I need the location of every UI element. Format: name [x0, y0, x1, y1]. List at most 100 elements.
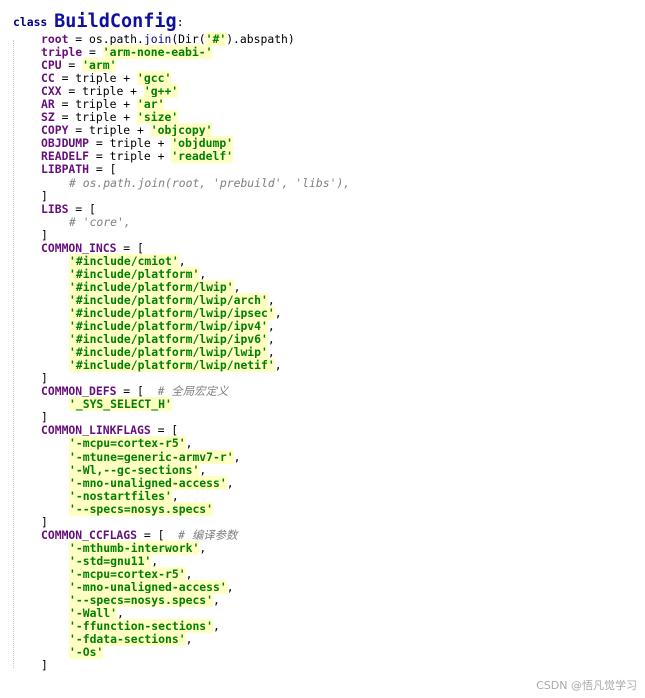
code-text: = os.path.: [68, 32, 144, 46]
string-literal: '#include/platform/lwip/ipv4': [69, 319, 268, 334]
code-text: ,: [117, 606, 124, 621]
string-literal: 'readelf': [171, 149, 234, 164]
string-literal: '_SYS_SELECT_H': [69, 397, 172, 412]
identifier: COPY: [41, 123, 69, 138]
class-keyword: class: [13, 15, 48, 29]
code-text: =: [61, 58, 83, 73]
identifier: root: [41, 32, 69, 46]
string-literal: 'size': [137, 110, 179, 125]
string-literal: '--specs=nosys.specs': [69, 501, 214, 516]
code-text: ]: [41, 227, 48, 242]
string-literal: '-fdata-sections': [69, 632, 186, 647]
code-line: ]: [13, 188, 645, 203]
code-line: # 'core',: [13, 215, 645, 229]
code-line: '-mtune=generic-armv7-r',: [13, 449, 645, 464]
code-text: ,: [185, 436, 193, 451]
code-text: ]: [41, 371, 48, 386]
identifier: COMMON_INCS: [41, 240, 117, 255]
string-literal: '#': [205, 32, 227, 46]
string-literal: '-mthumb-interwork': [69, 540, 200, 555]
identifier: OBJDUMP: [41, 136, 90, 151]
code-line: ]: [13, 659, 645, 672]
identifier: COMMON_DEFS: [41, 384, 117, 399]
code-text: ,: [185, 632, 193, 647]
code-text: ,: [226, 579, 234, 594]
class-colon: :: [176, 15, 184, 29]
code-line: '-nostartfiles',: [13, 488, 645, 503]
code-text: ).abspath): [226, 32, 295, 46]
string-literal: '#include/platform/lwip/arch': [69, 292, 268, 307]
code-text: ,: [267, 332, 275, 347]
code-text: ,: [267, 319, 275, 334]
code-line: '-Wl,--gc-sections',: [13, 462, 645, 477]
string-literal: '--specs=nosys.specs': [69, 593, 214, 608]
code-line: '#include/platform/lwip/netif',: [13, 358, 645, 373]
code-text: ,: [213, 619, 220, 634]
code-text: = triple +: [89, 136, 172, 151]
code-line: # os.path.join(root, 'prebuild', 'libs')…: [13, 175, 645, 190]
identifier: COMMON_CCFLAGS: [41, 527, 138, 542]
string-literal: 'gcc': [137, 71, 172, 86]
code-text: = triple +: [68, 123, 151, 138]
code-text: ,: [199, 540, 207, 555]
code-text: = triple +: [54, 71, 138, 86]
code-line: '-mno-unaligned-access',: [13, 475, 645, 490]
code-text: =: [82, 45, 103, 60]
identifier: LIBPATH: [41, 162, 90, 177]
identifier: SZ: [41, 110, 55, 125]
comment: # os.path.join(root, 'prebuild', 'libs')…: [69, 175, 351, 190]
code-text: ,: [233, 279, 241, 294]
string-literal: '-nostartfiles': [69, 488, 172, 503]
code-text: = triple +: [54, 110, 138, 125]
code-text: ]: [41, 188, 48, 203]
identifier: LIBS: [41, 201, 69, 216]
code-line: '-mcpu=cortex-r5',: [13, 436, 645, 451]
string-literal: '-Os': [69, 645, 104, 660]
code-text: ,: [213, 593, 220, 608]
string-literal: '#include/platform': [69, 266, 200, 281]
code-editor[interactable]: class BuildConfig: root = os.path.join(D…: [13, 11, 645, 672]
code-line: '-std=gnu11',: [13, 553, 645, 568]
code-text: ,: [233, 449, 241, 464]
identifier: CXX: [41, 84, 62, 99]
string-literal: '-mcpu=cortex-r5': [69, 566, 186, 581]
code-text: = [: [116, 384, 158, 399]
code-text: ,: [274, 358, 282, 373]
string-literal: 'objcopy': [150, 123, 213, 138]
code-text: = triple +: [54, 97, 138, 112]
code-text: ,: [185, 566, 193, 581]
code-line: '#include/platform/lwip',: [13, 279, 645, 294]
string-literal: '#include/platform/lwip/lwip': [69, 345, 268, 360]
code-line: '#include/cmiot',: [13, 253, 645, 268]
string-literal: '#include/platform/lwip/ipv6': [69, 332, 268, 347]
identifier: AR: [41, 97, 55, 112]
code-text: = triple +: [89, 149, 172, 164]
string-literal: 'objdump': [171, 136, 234, 151]
code-text: ,: [151, 553, 159, 568]
string-literal: '-Wl,--gc-sections': [69, 462, 200, 477]
code-line: COMMON_CCFLAGS = [ # 编译参数: [13, 527, 645, 542]
string-literal: '-mcpu=cortex-r5': [69, 436, 186, 451]
code-text: ,: [178, 253, 186, 268]
code-text: = [: [116, 240, 144, 255]
code-text: ,: [199, 462, 207, 477]
code-text: ,: [199, 266, 207, 281]
code-line: COMMON_INCS = [: [13, 240, 645, 255]
string-literal: '-Wall': [69, 606, 118, 621]
code-text: ,: [267, 345, 275, 360]
identifier: CPU: [41, 58, 62, 73]
code-text: ,: [171, 488, 179, 503]
code-text: ,: [226, 475, 234, 490]
code-text: = triple +: [61, 84, 144, 99]
string-literal: '-ffunction-sections': [69, 619, 214, 634]
string-literal: '#include/platform/lwip': [69, 279, 234, 294]
code-line: '-fdata-sections',: [13, 632, 645, 647]
code-line: '-mcpu=cortex-r5',: [13, 566, 645, 581]
string-literal: 'ar': [137, 97, 165, 112]
code-text: = [: [68, 201, 96, 216]
string-literal: '-mno-unaligned-access': [69, 475, 227, 490]
code-text: ]: [41, 410, 48, 425]
code-line: '-Os': [13, 645, 645, 660]
code-text: ,: [274, 305, 282, 320]
function-name: join: [143, 32, 172, 46]
